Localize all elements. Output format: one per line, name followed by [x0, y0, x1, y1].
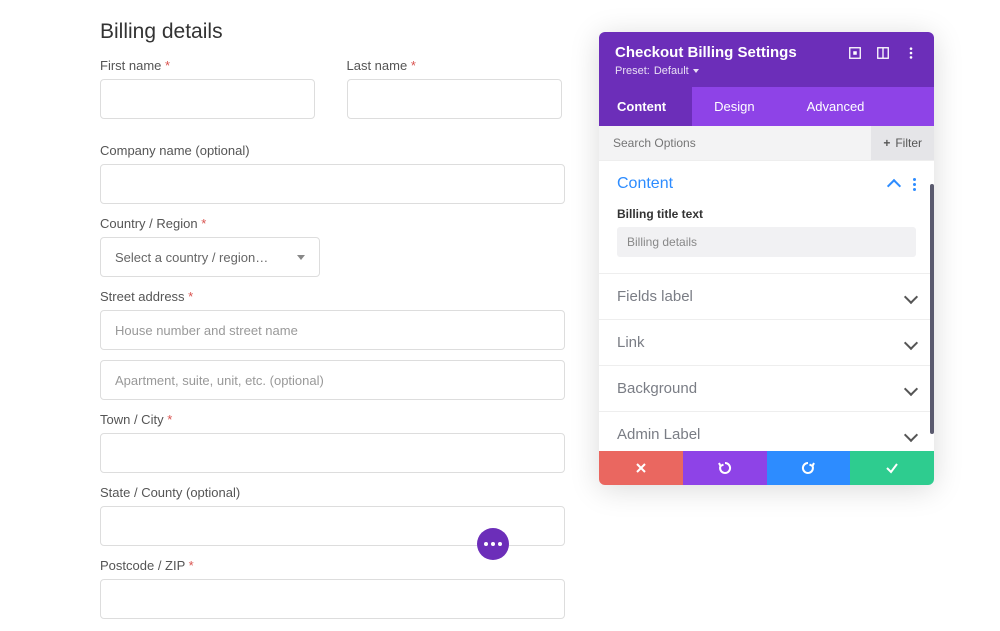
chevron-down-icon [904, 289, 918, 303]
redo-button[interactable] [767, 451, 851, 485]
scrollbar-thumb[interactable] [930, 184, 934, 434]
chevron-down-icon [904, 335, 918, 349]
close-icon [635, 462, 647, 474]
search-input[interactable] [599, 136, 871, 150]
tab-content[interactable]: Content [599, 87, 692, 126]
kebab-menu-icon[interactable] [904, 46, 918, 60]
first-name-input[interactable] [100, 79, 315, 119]
panel-tabs: Content Design Advanced [599, 87, 934, 126]
tab-advanced[interactable]: Advanced [785, 87, 887, 126]
country-select-placeholder: Select a country / region… [115, 250, 268, 265]
country-label: Country / Region * [100, 216, 565, 231]
postcode-input[interactable] [100, 579, 565, 619]
panel-header: Checkout Billing Settings Preset: Defaul… [599, 32, 934, 87]
last-name-input[interactable] [347, 79, 562, 119]
layout-icon[interactable] [876, 46, 890, 60]
country-select[interactable]: Select a country / region… [100, 237, 320, 277]
tab-design[interactable]: Design [692, 87, 784, 126]
company-input[interactable] [100, 164, 565, 204]
close-button[interactable] [599, 451, 683, 485]
town-label: Town / City * [100, 412, 565, 427]
required-asterisk: * [165, 58, 170, 73]
state-label: State / County (optional) [100, 485, 565, 500]
required-asterisk: * [188, 289, 193, 304]
street-label: Street address * [100, 289, 565, 304]
expand-icon[interactable] [848, 46, 862, 60]
required-asterisk: * [167, 412, 172, 427]
panel-actions [599, 451, 934, 485]
filter-button[interactable]: + Filter [871, 126, 934, 160]
town-input[interactable] [100, 433, 565, 473]
section-admin-label-toggle[interactable]: Admin Label [599, 412, 934, 451]
chevron-down-icon [297, 255, 305, 260]
section-link-toggle[interactable]: Link [599, 320, 934, 365]
module-options-fab[interactable] [477, 528, 509, 560]
street1-input[interactable] [100, 310, 565, 350]
first-name-label: First name * [100, 58, 319, 73]
search-bar: + Filter [599, 126, 934, 160]
check-icon [885, 461, 899, 475]
undo-icon [718, 461, 732, 475]
preset-selector[interactable]: Preset: Default [615, 65, 918, 77]
section-content-toggle[interactable]: Content [599, 161, 934, 207]
kebab-menu-icon[interactable] [913, 178, 916, 191]
redo-icon [801, 461, 815, 475]
company-label: Company name (optional) [100, 143, 565, 158]
undo-button[interactable] [683, 451, 767, 485]
chevron-down-icon [904, 381, 918, 395]
chevron-up-icon [887, 179, 901, 193]
last-name-label: Last name * [347, 58, 566, 73]
required-asterisk: * [411, 58, 416, 73]
chevron-down-icon [693, 69, 699, 73]
save-button[interactable] [850, 451, 934, 485]
plus-icon: + [883, 136, 890, 150]
required-asterisk: * [189, 558, 194, 573]
section-fields-label-toggle[interactable]: Fields label [599, 274, 934, 319]
postcode-label: Postcode / ZIP * [100, 558, 565, 573]
settings-panel: Checkout Billing Settings Preset: Defaul… [599, 32, 934, 485]
billing-title-label: Billing title text [617, 207, 916, 221]
section-background-toggle[interactable]: Background [599, 366, 934, 411]
required-asterisk: * [201, 216, 206, 231]
street2-input[interactable] [100, 360, 565, 400]
billing-title-input[interactable] [617, 227, 916, 257]
chevron-down-icon [904, 427, 918, 441]
form-heading: Billing details [100, 20, 565, 44]
panel-title: Checkout Billing Settings [615, 44, 797, 61]
